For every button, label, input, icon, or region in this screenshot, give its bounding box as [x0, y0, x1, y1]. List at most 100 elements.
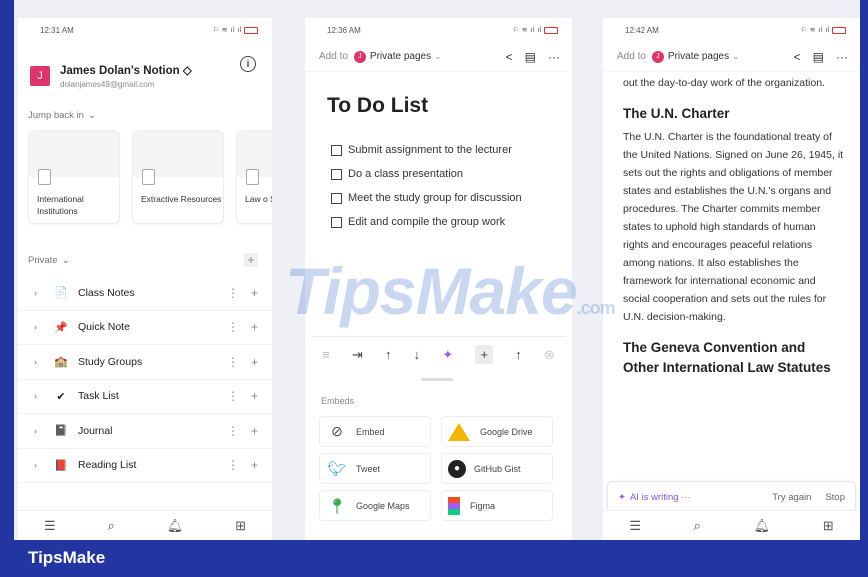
- sidebar-item-class-notes[interactable]: › 📄 Class Notes ⋮ +: [18, 276, 272, 311]
- try-again-button[interactable]: Try again: [772, 492, 811, 503]
- more-icon[interactable]: ⋮: [227, 355, 239, 369]
- checkbox[interactable]: [331, 144, 342, 156]
- page-icon: [246, 169, 259, 185]
- add-icon[interactable]: +: [251, 458, 258, 472]
- watermark: TipsMake.com: [285, 253, 616, 329]
- editor-toolbar: ≡ ⇥ ↑ ↓ ✦ + ↑ ⊗: [311, 336, 566, 372]
- recent-page-card[interactable]: Extractive Resources: [132, 130, 224, 224]
- github-icon: ●: [448, 459, 466, 478]
- chevron-down-icon: ⌄: [87, 110, 96, 121]
- sidebar-item-label: Journal: [78, 424, 113, 437]
- embed-option-embed[interactable]: ⊘ Embed: [319, 416, 431, 447]
- chevron-right-icon[interactable]: ›: [34, 357, 52, 367]
- intro-paragraph: out the day-to-day work of the organizat…: [623, 77, 825, 89]
- new-page-icon[interactable]: ⊞: [235, 518, 246, 534]
- more-icon[interactable]: ···: [836, 50, 848, 64]
- more-icon[interactable]: ⋮: [227, 320, 239, 334]
- sheet-drag-handle[interactable]: [421, 378, 453, 381]
- search-icon[interactable]: ⌕: [108, 518, 115, 534]
- add-icon[interactable]: +: [251, 286, 258, 300]
- chevron-right-icon[interactable]: ›: [34, 288, 52, 298]
- checkbox[interactable]: [331, 216, 342, 228]
- chevron-down-icon: ⌄: [732, 51, 740, 61]
- move-down-icon[interactable]: ↓: [414, 347, 421, 362]
- more-icon[interactable]: ⋮: [227, 424, 239, 438]
- outdent-icon[interactable]: ≡: [322, 347, 330, 362]
- chevron-right-icon[interactable]: ›: [34, 460, 52, 470]
- sidebar-item-label: Study Groups: [78, 355, 143, 368]
- recent-page-card[interactable]: Law o Succ: [236, 130, 272, 224]
- more-icon[interactable]: ⋮: [227, 286, 239, 300]
- todo-item[interactable]: Meet the study group for discussion: [331, 186, 572, 210]
- page-emoji-icon: 📌: [54, 321, 68, 334]
- new-page-icon[interactable]: ⊞: [823, 518, 834, 534]
- embed-option-google-maps[interactable]: 📍︎ Google Maps: [319, 490, 431, 521]
- more-icon[interactable]: ⋮: [227, 458, 239, 472]
- comment-icon[interactable]: ▤: [525, 50, 536, 64]
- todo-item[interactable]: Edit and compile the group work: [331, 210, 572, 234]
- brand-label: TipsMake: [28, 548, 106, 567]
- more-icon[interactable]: ···: [548, 50, 560, 64]
- add-icon[interactable]: +: [251, 424, 258, 438]
- todo-list: Submit assignment to the lecturer Do a c…: [305, 118, 572, 234]
- add-icon[interactable]: +: [251, 320, 258, 334]
- page-title[interactable]: To Do List: [305, 72, 572, 118]
- embed-option-tweet[interactable]: 🐦︎ Tweet: [319, 453, 431, 484]
- chevron-right-icon[interactable]: ›: [34, 426, 52, 436]
- chevron-down-icon: ⌄: [434, 51, 442, 61]
- recent-page-card[interactable]: International Institutions: [28, 130, 120, 224]
- location-selector[interactable]: Private pages: [668, 51, 729, 62]
- share-icon[interactable]: <: [794, 50, 801, 64]
- private-label: Private: [28, 254, 58, 266]
- info-icon[interactable]: i: [240, 56, 256, 72]
- sidebar-item-label: Task List: [78, 390, 119, 403]
- workspace-switcher[interactable]: J James Dolan's Notion ◇ dolanjames49@gm…: [18, 42, 272, 98]
- avatar: J: [353, 50, 366, 63]
- jump-back-in-toggle[interactable]: Jump back in ⌄: [18, 110, 96, 121]
- ai-sparkle-icon[interactable]: ✦: [442, 347, 453, 363]
- add-icon[interactable]: +: [251, 355, 258, 369]
- checkbox[interactable]: [331, 168, 342, 180]
- add-icon[interactable]: +: [251, 389, 258, 403]
- recent-pages: International Institutions Extractive Re…: [28, 130, 272, 224]
- more-icon[interactable]: ⋮: [227, 389, 239, 403]
- sidebar-item-quick-note[interactable]: › 📌 Quick Note ⋮ +: [18, 311, 272, 345]
- article-body: out the day-to-day work of the organizat…: [603, 72, 860, 378]
- stop-button[interactable]: Stop: [825, 492, 845, 503]
- add-to-label: Add to: [319, 51, 348, 62]
- sidebar-item-reading-list[interactable]: › 📕 Reading List ⋮ +: [18, 449, 272, 483]
- add-page-icon[interactable]: +: [244, 253, 258, 267]
- sidebar-item-study-groups[interactable]: › 🏫 Study Groups ⋮ +: [18, 345, 272, 380]
- share-icon[interactable]: <: [506, 50, 513, 64]
- twitter-icon: 🐦︎: [327, 460, 347, 478]
- location-selector[interactable]: Private pages: [370, 51, 431, 62]
- google-maps-icon: 📍︎: [327, 497, 347, 515]
- chevron-right-icon[interactable]: ›: [34, 391, 52, 401]
- private-toggle[interactable]: Private ⌄: [18, 255, 70, 266]
- move-up-icon[interactable]: ↑: [385, 347, 392, 362]
- close-icon[interactable]: ⊗: [544, 347, 555, 363]
- bell-icon[interactable]: 🔔︎: [167, 518, 184, 534]
- bell-icon[interactable]: 🔔︎: [754, 518, 771, 534]
- status-icons: ⚐ ≋ ıl ıl: [801, 26, 846, 34]
- turn-into-icon[interactable]: ↑: [515, 347, 522, 362]
- todo-item[interactable]: Do a class presentation: [331, 162, 572, 186]
- add-block-icon[interactable]: +: [475, 345, 494, 364]
- indent-icon[interactable]: ⇥: [352, 347, 363, 363]
- todo-text: Edit and compile the group work: [348, 216, 506, 228]
- checkbox[interactable]: [331, 192, 342, 204]
- embed-option-figma[interactable]: Figma: [441, 490, 553, 521]
- chevron-right-icon[interactable]: ›: [34, 322, 52, 332]
- todo-item[interactable]: Submit assignment to the lecturer: [331, 138, 572, 162]
- embed-option-github-gist[interactable]: ● GitHub Gist: [441, 453, 553, 484]
- screenshot-frame: 12:31 AM ⚐ ≋ ıl ıl J James Dolan's Notio…: [0, 0, 868, 577]
- list-icon[interactable]: ☰: [44, 518, 56, 534]
- embed-option-label: Google Maps: [356, 500, 410, 511]
- ai-status: AI is writing ···: [629, 491, 691, 503]
- sidebar-item-journal[interactable]: › 📓 Journal ⋮ +: [18, 414, 272, 449]
- search-icon[interactable]: ⌕: [694, 518, 701, 534]
- sidebar-item-task-list[interactable]: › ✔ Task List ⋮ +: [18, 380, 272, 414]
- comment-icon[interactable]: ▤: [813, 50, 824, 64]
- list-icon[interactable]: ☰: [629, 518, 641, 534]
- embed-option-google-drive[interactable]: Google Drive: [441, 416, 553, 447]
